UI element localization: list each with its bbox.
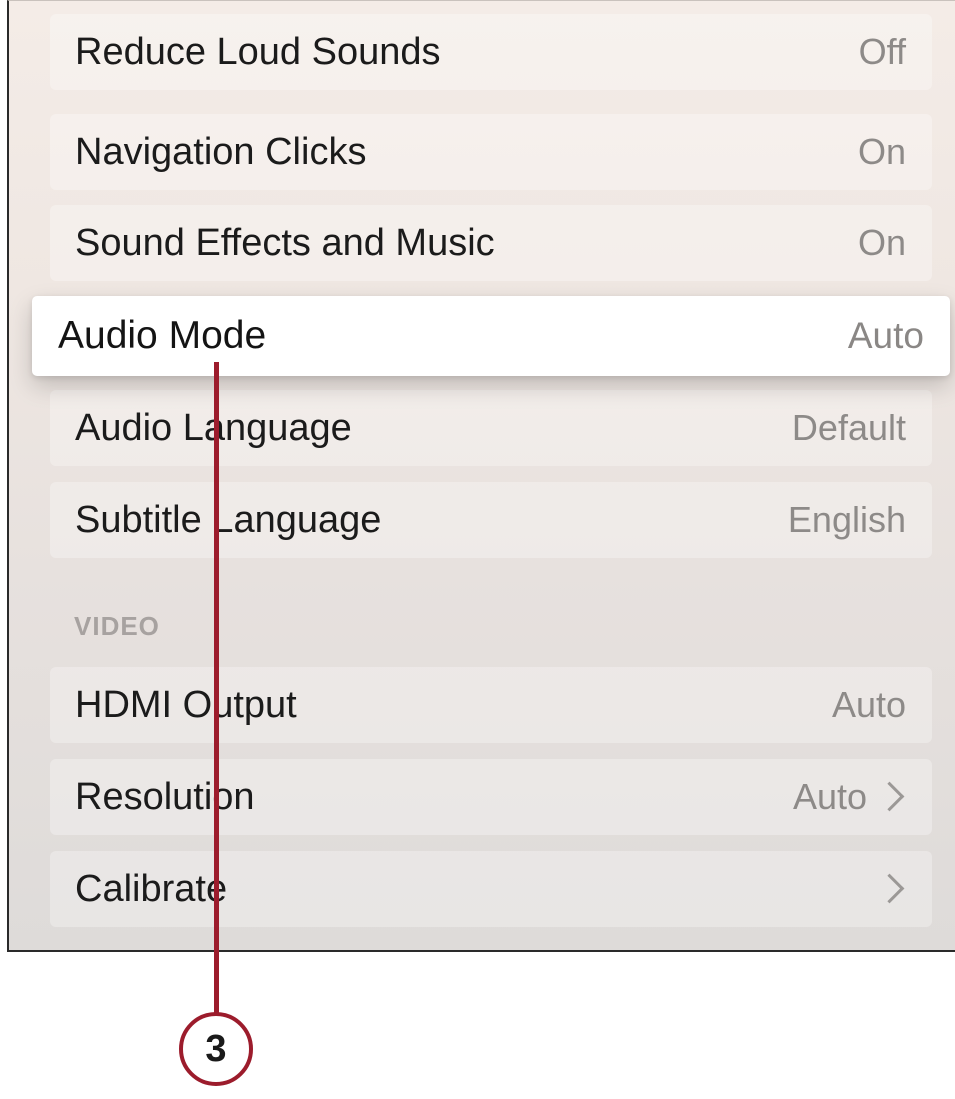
setting-row-navigation-clicks[interactable]: Navigation Clicks On xyxy=(50,114,932,190)
section-header-video: VIDEO xyxy=(74,611,160,641)
setting-value: English xyxy=(787,499,906,540)
setting-value-with-chevron: Auto xyxy=(793,759,906,835)
chevron-right-icon xyxy=(874,873,905,904)
setting-value: Auto xyxy=(792,776,867,817)
setting-row-subtitle-language[interactable]: Subtitle Language English xyxy=(50,482,932,558)
setting-value: Off xyxy=(858,31,906,72)
setting-value-with-chevron xyxy=(867,851,906,927)
setting-label: Resolution xyxy=(75,776,255,818)
callout-line xyxy=(214,362,219,1014)
setting-value: On xyxy=(857,222,906,263)
setting-row-reduce-loud-sounds[interactable]: Reduce Loud Sounds Off xyxy=(50,14,932,90)
setting-value: Default xyxy=(791,407,906,448)
setting-value: Auto xyxy=(847,315,924,356)
setting-row-sound-effects-and-music[interactable]: Sound Effects and Music On xyxy=(50,205,932,281)
setting-label: Sound Effects and Music xyxy=(75,222,495,264)
setting-value: On xyxy=(857,131,906,172)
chevron-right-icon xyxy=(874,781,905,812)
setting-label: Calibrate xyxy=(75,868,228,910)
setting-label: Reduce Loud Sounds xyxy=(75,31,441,73)
setting-value: Auto xyxy=(831,684,906,725)
setting-label: Subtitle Language xyxy=(75,499,382,541)
setting-row-hdmi-output[interactable]: HDMI Output Auto xyxy=(50,667,932,743)
setting-row-audio-mode[interactable]: Audio Mode Auto xyxy=(32,296,950,376)
setting-row-audio-language[interactable]: Audio Language Default xyxy=(50,390,932,466)
settings-screen: Reduce Loud Sounds Off Navigation Clicks… xyxy=(7,0,955,952)
setting-label: Audio Mode xyxy=(58,314,267,357)
setting-row-calibrate[interactable]: Calibrate xyxy=(50,851,932,927)
setting-row-resolution[interactable]: Resolution Auto xyxy=(50,759,932,835)
setting-label: HDMI Output xyxy=(75,684,297,726)
setting-label: Navigation Clicks xyxy=(75,131,367,173)
callout-number-badge: 3 xyxy=(179,1012,253,1086)
